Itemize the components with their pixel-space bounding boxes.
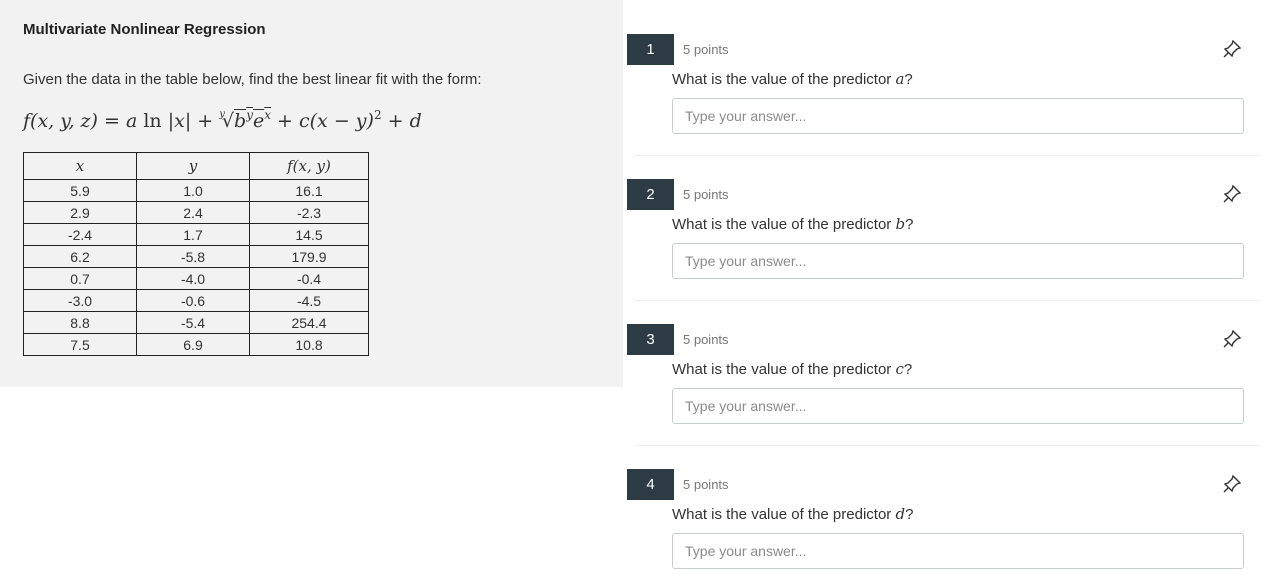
table-row: 0.7 -4.0 -0.4 [23,267,369,290]
model-formula: f(x, y, z) = a ln |x| + y√byex + c(x − y… [23,108,422,132]
table-row: 7.5 6.9 10.8 [23,333,369,356]
table-row: 2.9 2.4 -2.3 [23,201,369,224]
problem-panel: Multivariate Nonlinear Regression Given … [0,0,623,387]
question-points: 5 points [683,332,729,347]
question-prompt: What is the value of the predictor a? [672,70,913,88]
table-cell: -5.8 [136,245,250,268]
answer-input[interactable] [672,533,1244,569]
pin-icon[interactable] [1221,183,1243,205]
question-points: 5 points [683,477,729,492]
table-cell: 5.9 [23,179,137,202]
table-cell: 0.7 [23,267,137,290]
table-cell: -4.0 [136,267,250,290]
table-cell: 2.4 [136,201,250,224]
col-header-fxy: f(x, y) [249,152,369,180]
problem-description: Given the data in the table below, find … [23,71,482,88]
question-number: 2 [627,179,674,210]
table-row: -2.4 1.7 14.5 [23,223,369,246]
table-cell: 7.5 [23,333,137,356]
question-prompt: What is the value of the predictor b? [672,215,914,233]
table-cell: 1.7 [136,223,250,246]
table-cell: 1.0 [136,179,250,202]
table-cell: 8.8 [23,311,137,334]
table-cell: -3.0 [23,289,137,312]
divider [635,155,1260,156]
table-cell: 254.4 [249,311,369,334]
question-points: 5 points [683,187,729,202]
table-cell: -2.4 [23,223,137,246]
pin-icon[interactable] [1221,473,1243,495]
pin-icon[interactable] [1221,38,1243,60]
answer-input[interactable] [672,388,1244,424]
divider [635,445,1260,446]
table-header-row: x y f(x, y) [23,152,369,180]
table-cell: 179.9 [249,245,369,268]
table-cell: 6.2 [23,245,137,268]
question-4: 4 5 points What is the value of the pred… [627,469,1262,577]
table-cell: 2.9 [23,201,137,224]
question-number: 3 [627,324,674,355]
table-cell: -0.4 [249,267,369,290]
pin-icon[interactable] [1221,328,1243,350]
table-cell: -5.4 [136,311,250,334]
table-cell: -4.5 [249,289,369,312]
table-row: 6.2 -5.8 179.9 [23,245,369,268]
table-cell: 10.8 [249,333,369,356]
question-prompt: What is the value of the predictor c? [672,360,913,378]
table-cell: -0.6 [136,289,250,312]
table-row: -3.0 -0.6 -4.5 [23,289,369,312]
data-table: x y f(x, y) 5.9 1.0 16.1 2.9 2.4 -2.3 -2.4 1.7 1… [23,152,369,356]
question-points: 5 points [683,42,729,57]
question-number: 4 [627,469,674,500]
answer-input[interactable] [672,98,1244,134]
question-3: 3 5 points What is the value of the pred… [627,324,1262,469]
table-row: 5.9 1.0 16.1 [23,179,369,202]
question-1: 1 5 points What is the value of the pred… [627,34,1262,179]
question-prompt: What is the value of the predictor d? [672,505,914,523]
table-cell: 14.5 [249,223,369,246]
col-header-x: x [23,152,137,180]
divider [635,300,1260,301]
table-cell: 6.9 [136,333,250,356]
problem-title: Multivariate Nonlinear Regression [23,21,266,38]
col-header-y: y [136,152,250,180]
table-cell: -2.3 [249,201,369,224]
question-number: 1 [627,34,674,65]
answer-input[interactable] [672,243,1244,279]
question-2: 2 5 points What is the value of the pred… [627,179,1262,324]
table-cell: 16.1 [249,179,369,202]
table-row: 8.8 -5.4 254.4 [23,311,369,334]
